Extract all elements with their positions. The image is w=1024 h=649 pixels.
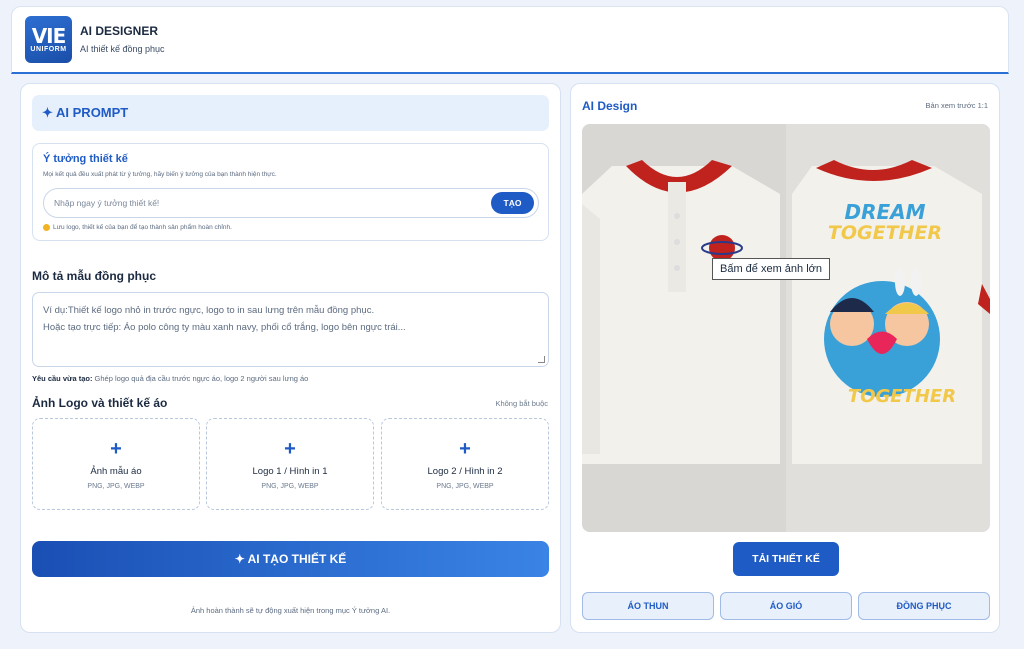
resize-handle-icon[interactable] [538, 356, 545, 363]
brand-logo[interactable]: VIE UNIFORM [25, 16, 72, 63]
idea-input[interactable]: Nhập ngay ý tưởng thiết kế! TẠO [43, 188, 539, 218]
last-request-text: Ghép logo quả địa cầu trước ngực áo, log… [94, 374, 309, 383]
upload-formats: PNG, JPG, WEBP [87, 482, 145, 490]
plus-icon: + [459, 437, 471, 460]
app-subtitle: AI thiết kế đồng phục [80, 44, 165, 54]
design-panel: AI Design Bản xem trước 1:1 DREAM TOGETH… [570, 83, 1000, 633]
optional-label: Không bắt buộc [495, 399, 548, 408]
last-request: Yêu cầu vừa tạo: Ghép logo quả địa cầu t… [32, 374, 308, 383]
print-text-together-2: TOGETHER [847, 386, 957, 407]
idea-title: Ý tưởng thiết kế [43, 153, 128, 165]
print-text-together-1: TOGETHER [827, 222, 943, 244]
upload-formats: PNG, JPG, WEBP [436, 482, 494, 490]
generate-note: Ảnh hoàn thành sẽ tự động xuất hiện tron… [190, 606, 391, 615]
upload-formats: PNG, JPG, WEBP [261, 482, 319, 490]
upload-logo-1[interactable]: + Logo 1 / Hình in 1 PNG, JPG, WEBP [206, 418, 374, 510]
upload-logo-2[interactable]: + Logo 2 / Hình in 2 PNG, JPG, WEBP [381, 418, 549, 510]
logo-text: VIE [31, 24, 67, 48]
logo-subtext: UNIFORM [30, 46, 67, 53]
app-title: AI DESIGNER [80, 24, 159, 38]
idea-hint: Lưu logo, thiết kế của bạn để tạo thành … [43, 224, 232, 231]
app-header: VIE UNIFORM AI DESIGNER AI thiết kế đồng… [11, 6, 1009, 74]
create-button[interactable]: TẠO [491, 192, 534, 214]
zoom-tooltip: Bấm để xem ảnh lớn [712, 258, 830, 280]
last-request-label: Yêu cầu vừa tạo: [32, 374, 93, 383]
idea-hint-text: Lưu logo, thiết kế của bạn để tạo thành … [53, 224, 232, 231]
shirt-mockup-image [582, 124, 990, 532]
idea-input-placeholder: Nhập ngay ý tưởng thiết kế! [54, 198, 160, 208]
back-print-text-top: DREAM TOGETHER [820, 202, 950, 244]
plus-icon: + [284, 437, 296, 460]
print-text-dream: DREAM [844, 200, 926, 224]
idea-description: Mọi kết quả đều xuất phát từ ý tưởng, hã… [43, 171, 277, 178]
upload-label: Ảnh mẫu áo [90, 465, 142, 477]
plus-icon: + [110, 437, 122, 460]
description-placeholder-line2: Hoặc tạo trực tiếp: Áo polo công ty màu … [43, 322, 406, 333]
design-title: AI Design [582, 99, 638, 113]
upload-shirt-sample[interactable]: + Ảnh mẫu áo PNG, JPG, WEBP [32, 418, 200, 510]
tab-jacket[interactable]: ÁO GIÓ [720, 592, 852, 620]
idea-section: Ý tưởng thiết kế Mọi kết quả đều xuất ph… [32, 143, 549, 241]
preview-ratio-label: Bản xem trước 1:1 [925, 101, 988, 110]
back-print-text-bottom: FLY TOGETHER [832, 366, 972, 408]
design-preview-image[interactable]: DREAM TOGETHER FLY TOGETHER Bấm để xem ả… [582, 124, 990, 532]
uploads-title: Ảnh Logo và thiết kế áo [32, 396, 168, 410]
ai-prompt-heading: ✦ AI PROMPT [32, 95, 549, 131]
description-textarea[interactable]: Ví dụ:Thiết kế logo nhỏ in trước ngực, l… [32, 292, 549, 367]
print-text-fly: FLY [884, 365, 920, 387]
generate-design-button[interactable]: ✦ AI TẠO THIẾT KẾ [32, 541, 549, 577]
download-design-button[interactable]: TẢI THIẾT KẾ [733, 542, 839, 576]
tab-t-shirt[interactable]: ÁO THUN [582, 592, 714, 620]
tab-uniform[interactable]: ĐỒNG PHỤC [858, 592, 990, 620]
lightbulb-icon [43, 224, 50, 231]
description-title: Mô tả mẫu đồng phục [32, 269, 156, 283]
upload-label: Logo 2 / Hình in 2 [427, 465, 503, 477]
upload-label: Logo 1 / Hình in 1 [252, 465, 328, 477]
prompt-panel: ✦ AI PROMPT Ý tưởng thiết kế Mọi kết quả… [20, 83, 561, 633]
description-placeholder-line1: Ví dụ:Thiết kế logo nhỏ in trước ngực, l… [43, 305, 375, 316]
